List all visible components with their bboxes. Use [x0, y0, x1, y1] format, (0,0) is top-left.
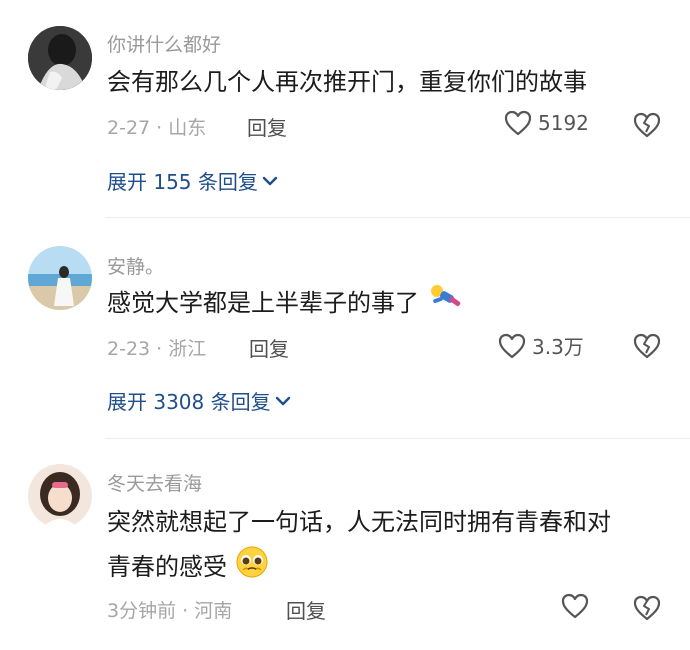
reply-button[interactable]: 回复 — [286, 595, 326, 624]
comment-date-location: 2-27 · 山东 — [107, 117, 207, 139]
chevron-down-icon — [262, 176, 278, 185]
dislike-button[interactable] — [632, 110, 662, 140]
comment-item: 冬天去看海 突然就想起了一句话，人无法同时拥有青春和对 青春的感受 3分钟前 ·… — [0, 438, 690, 650]
comment-text-line-1: 突然就想起了一句话，人无法同时拥有青春和对 — [107, 508, 611, 536]
broken-heart-icon — [633, 112, 661, 138]
heart-outline-icon — [504, 110, 532, 136]
falling-person-emoji — [427, 282, 467, 326]
comment-item: 安静。 感觉大学都是上半辈子的事了 2-23 · 浙江 回复 3.3万 展开 3… — [0, 218, 690, 439]
like-button[interactable] — [561, 593, 589, 619]
username[interactable]: 冬天去看海 — [107, 469, 202, 496]
broken-heart-icon — [633, 595, 661, 621]
like-count: 5192 — [538, 111, 589, 135]
heart-outline-icon — [561, 593, 589, 619]
reply-button[interactable]: 回复 — [249, 333, 289, 362]
chevron-down-icon — [275, 396, 290, 405]
expand-replies-label: 展开 155 条回复 — [107, 170, 258, 194]
like-button[interactable]: 5192 — [504, 110, 589, 136]
expand-replies-link[interactable]: 展开 155 条回复 — [107, 166, 279, 195]
expand-replies-label: 展开 3308 条回复 — [107, 390, 271, 414]
heart-outline-icon — [498, 333, 526, 358]
avatar[interactable] — [28, 464, 92, 528]
like-button[interactable]: 3.3万 — [498, 331, 584, 360]
avatar[interactable] — [28, 26, 92, 90]
comment-text-line-2: 青春的感受 — [107, 545, 269, 591]
comment-text: 会有那么几个人再次推开门，重复你们的故事 — [107, 68, 587, 96]
comment-item: 你讲什么都好 会有那么几个人再次推开门，重复你们的故事 2-27 · 山东 回复… — [0, 0, 690, 218]
like-count: 3.3万 — [532, 335, 584, 359]
comment-date-location: 2-23 · 浙江 — [107, 338, 207, 360]
broken-heart-icon — [633, 333, 661, 359]
username[interactable]: 安静。 — [107, 252, 164, 279]
pleading-face-emoji — [235, 545, 269, 591]
comment-text-content: 青春的感受 — [107, 553, 227, 581]
comment-date-location: 3分钟前 · 河南 — [107, 600, 233, 622]
reply-button[interactable]: 回复 — [247, 112, 287, 141]
dislike-button[interactable] — [632, 593, 662, 623]
expand-replies-link[interactable]: 展开 3308 条回复 — [107, 386, 292, 415]
comment-text-content: 感觉大学都是上半辈子的事了 — [107, 289, 419, 317]
avatar[interactable] — [28, 246, 92, 310]
comment-text: 感觉大学都是上半辈子的事了 — [107, 282, 467, 326]
dislike-button[interactable] — [632, 331, 662, 361]
username[interactable]: 你讲什么都好 — [107, 30, 221, 57]
